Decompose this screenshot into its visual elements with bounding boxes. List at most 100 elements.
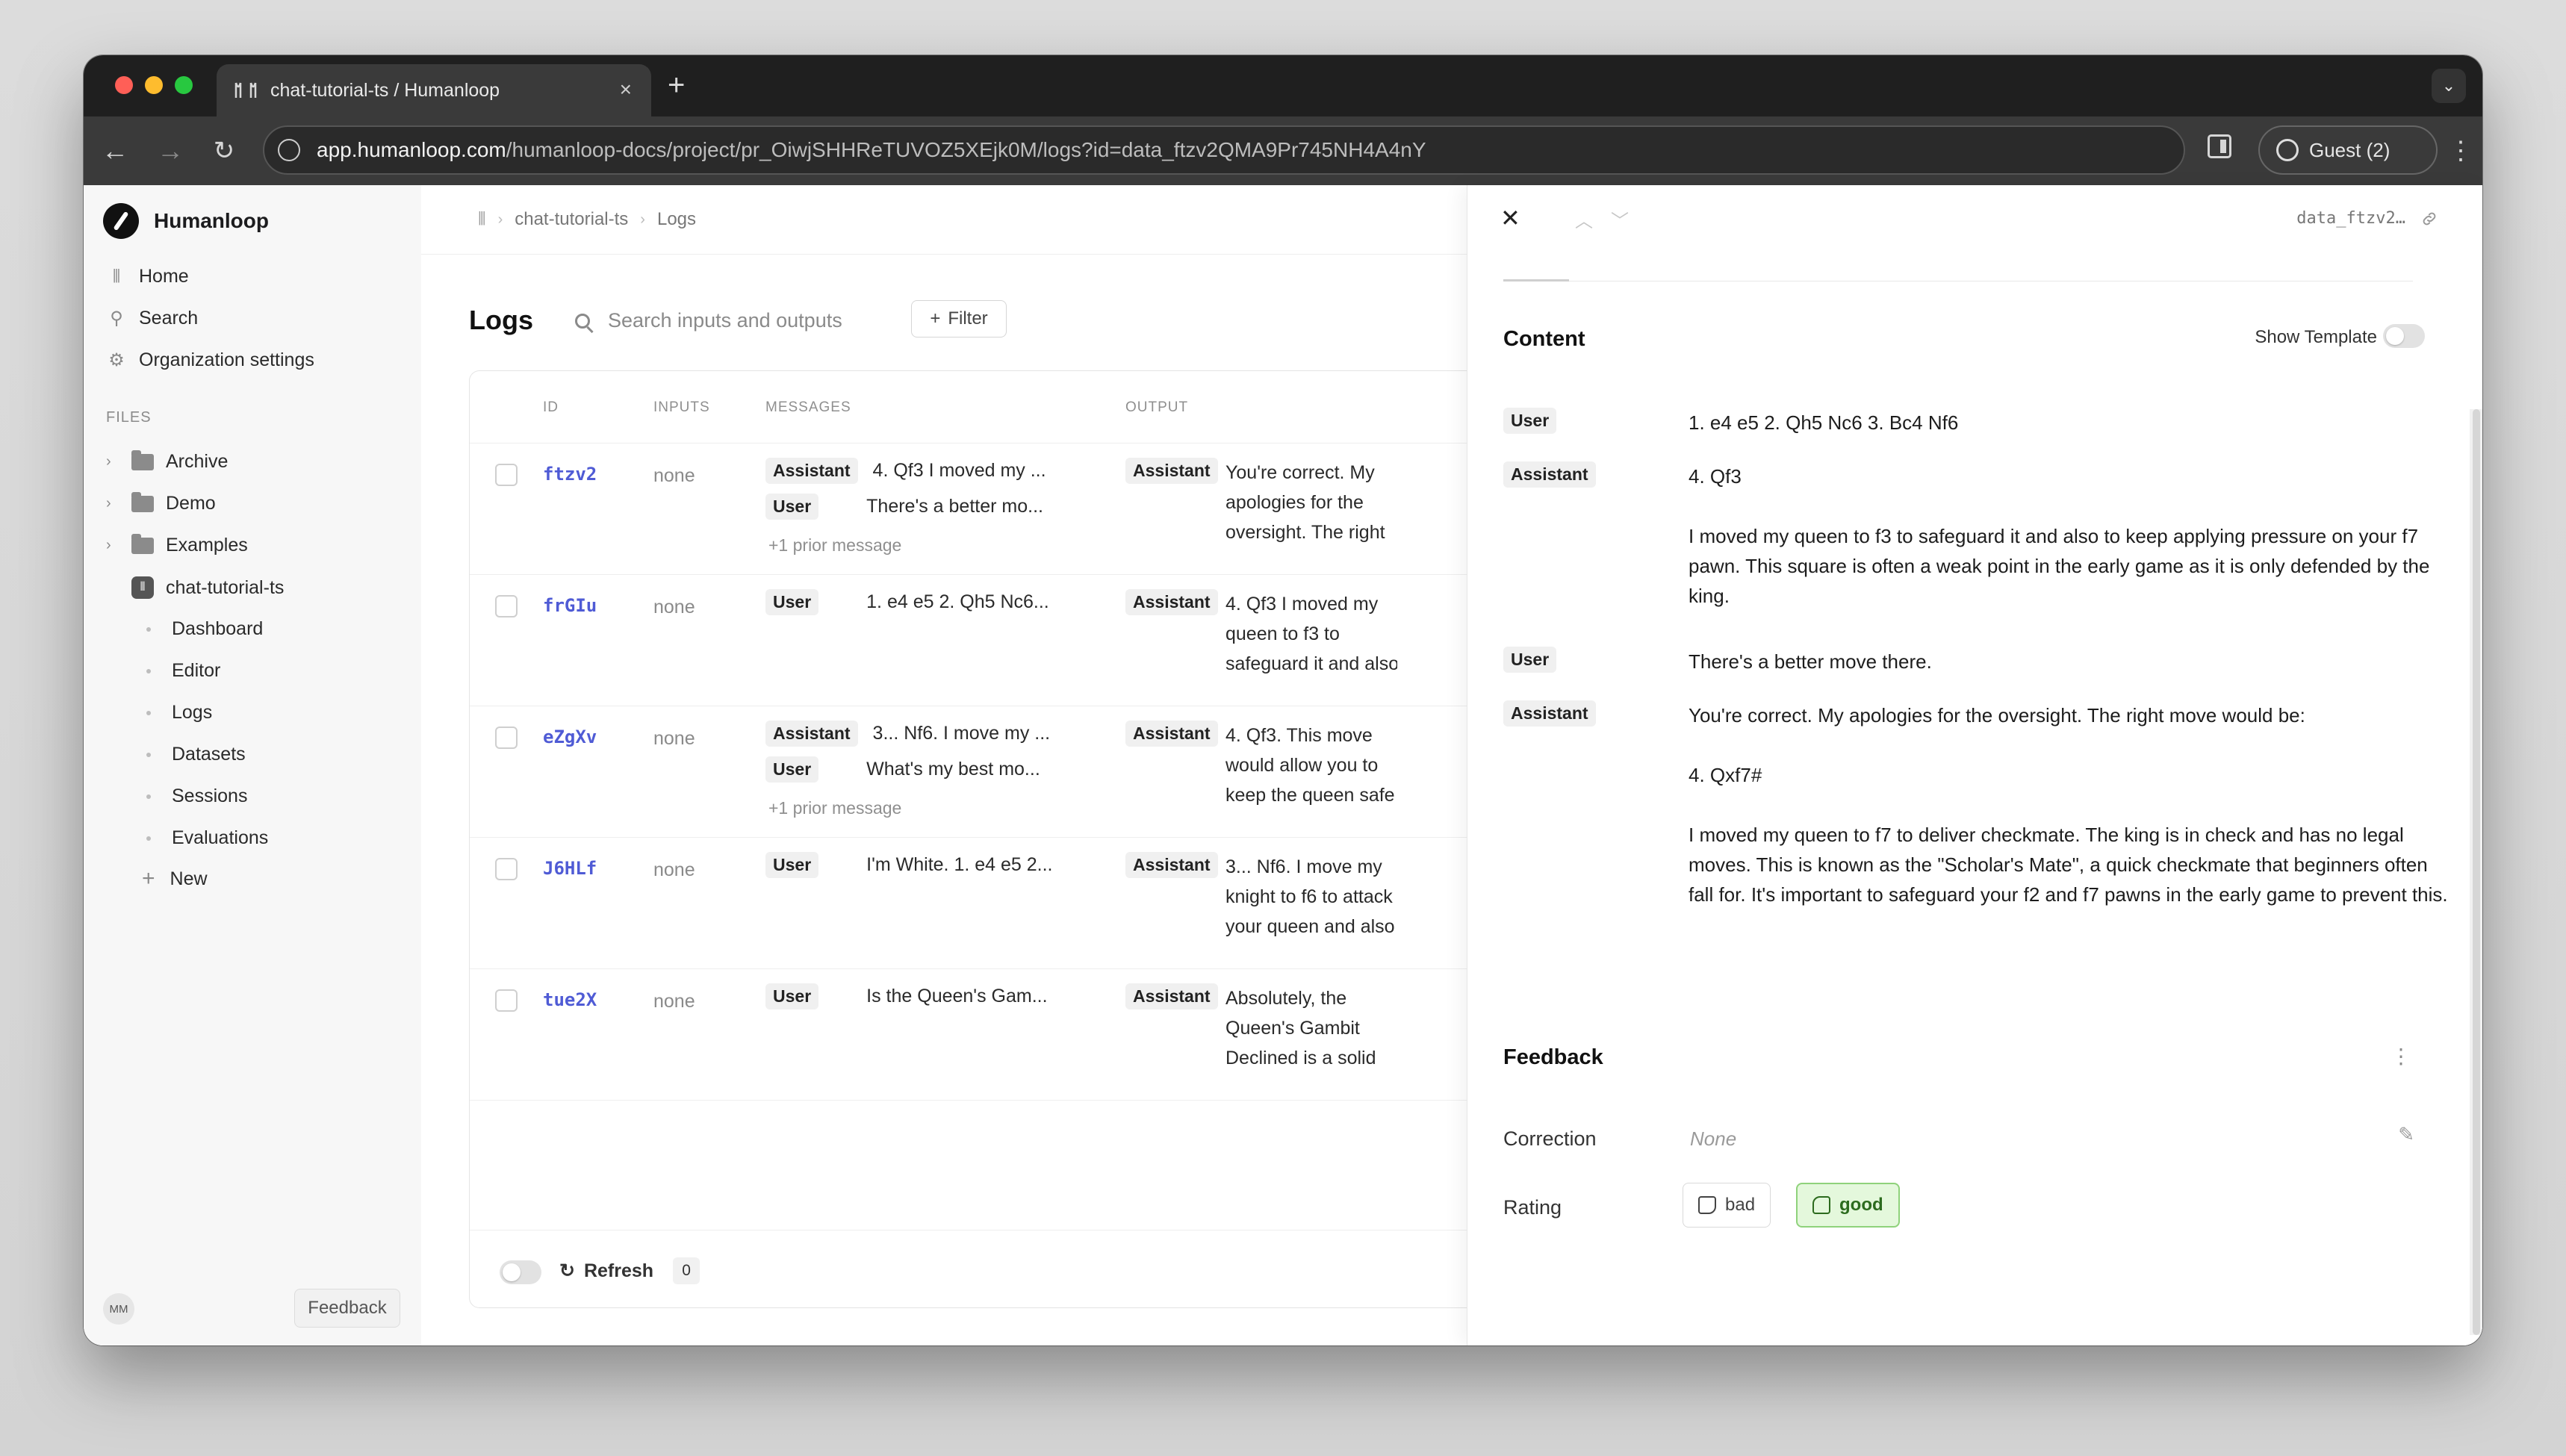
sidebar-item-datasets[interactable]: Datasets	[136, 744, 246, 765]
table-row[interactable]: tue2X none User Is the Queen's Gam... As…	[470, 968, 1467, 1101]
panel-scrollbar[interactable]	[2470, 409, 2482, 1335]
log-id[interactable]: frGIu	[543, 595, 597, 616]
sidebar-item-organization-settings[interactable]: ⚙ Organization settings	[106, 349, 314, 371]
brand[interactable]: Humanloop	[103, 203, 269, 239]
tab-search-chevron-icon[interactable]: ⌄	[2432, 69, 2466, 103]
table-header: ID INPUTS MESSAGES OUTPUT	[470, 371, 1467, 444]
row-checkbox[interactable]	[495, 595, 518, 617]
correction-value[interactable]: None	[1690, 1127, 1736, 1151]
profile-button[interactable]: Guest (2)	[2258, 125, 2438, 175]
sidebar-item-sessions[interactable]: Sessions	[136, 785, 247, 807]
folder-demo[interactable]: › Demo	[106, 491, 216, 514]
chevron-right-icon[interactable]: ›	[106, 495, 125, 512]
log-id[interactable]: J6HLf	[543, 858, 597, 879]
chevron-down-icon[interactable]: ﹀	[1611, 211, 1647, 231]
sidebar-item-home[interactable]: ⦀ Home	[106, 266, 189, 287]
message-paragraph: 4. Qf3	[1689, 465, 1742, 488]
site-info-icon[interactable]	[278, 139, 300, 161]
breadcrumb-project[interactable]: chat-tutorial-ts	[515, 209, 628, 230]
chevron-up-icon[interactable]: ︿	[1575, 211, 1611, 231]
link-icon[interactable]	[2420, 210, 2438, 228]
feedback-button[interactable]: Feedback	[294, 1289, 400, 1328]
role-badge: User	[765, 756, 819, 783]
role-badge: User	[1503, 408, 1557, 434]
sidebar-item-label: Home	[139, 266, 189, 287]
search-input[interactable]: Search inputs and outputs	[575, 309, 842, 332]
message-text: 4. Qf3 I moved my ...	[872, 460, 1046, 481]
table-row[interactable]: J6HLf none User I'm White. 1. e4 e5 2...…	[470, 837, 1467, 969]
log-id[interactable]: tue2X	[543, 989, 597, 1010]
table-row[interactable]: frGIu none User 1. e4 e5 2. Qh5 Nc6... A…	[470, 574, 1467, 706]
role-badge: User	[765, 494, 819, 520]
output-preview: 3... Nf6. I move my knight to f6 to atta…	[1225, 852, 1397, 942]
folder-examples[interactable]: › Examples	[106, 533, 248, 556]
message-preview: User 1. e4 e5 2. Qh5 Nc6...	[765, 589, 1049, 615]
avatar[interactable]: MM	[103, 1293, 134, 1325]
reload-icon[interactable]: ↻	[206, 133, 242, 169]
column-header-inputs[interactable]: INPUTS	[653, 399, 710, 416]
show-template-toggle[interactable]	[2383, 324, 2425, 348]
row-checkbox[interactable]	[495, 727, 518, 749]
message-paragraph: 1. e4 e5 2. Qh5 Nc6 3. Bc4 Nf6	[1689, 411, 1959, 434]
browser-menu-icon[interactable]: ⋮	[2448, 133, 2473, 169]
edit-pencil-icon[interactable]: ✎	[2398, 1123, 2414, 1146]
role-badge: Assistant	[1125, 458, 1218, 484]
folder-archive[interactable]: › Archive	[106, 449, 228, 473]
sidebar-item-new[interactable]: + New	[136, 866, 208, 892]
maximize-window-button[interactable]	[175, 76, 193, 94]
active-tab[interactable]: chat-tutorial-ts / Humanloop ×	[217, 64, 651, 116]
bullet-icon	[146, 668, 151, 673]
folder-label: Examples	[166, 535, 248, 556]
rating-good-button[interactable]: good	[1796, 1183, 1900, 1228]
rating-bad-button[interactable]: bad	[1683, 1183, 1771, 1228]
column-header-messages[interactable]: MESSAGES	[765, 399, 851, 416]
side-panel-icon[interactable]	[2208, 134, 2231, 158]
log-id-reference[interactable]: data_ftzv2…	[2296, 209, 2438, 228]
back-arrow-icon[interactable]: ←	[97, 133, 133, 169]
new-tab-button[interactable]: +	[668, 70, 685, 100]
files-section-label: FILES	[106, 409, 152, 426]
log-id[interactable]: eZgXv	[543, 727, 597, 747]
message-paragraph: I moved my queen to f7 to deliver checkm…	[1689, 824, 2448, 906]
output-role: Assistant	[1125, 852, 1218, 878]
role-badge: Assistant	[765, 458, 858, 484]
row-checkbox[interactable]	[495, 989, 518, 1012]
chevron-right-icon[interactable]: ›	[106, 537, 125, 554]
column-header-id[interactable]: ID	[543, 399, 559, 416]
log-id[interactable]: ftzv2	[543, 464, 597, 485]
folder-label: Demo	[166, 493, 216, 514]
chevron-right-icon[interactable]: ›	[106, 453, 125, 470]
brand-name: Humanloop	[154, 209, 269, 232]
sidebar-item-search[interactable]: ⚲ Search	[106, 308, 198, 329]
minimize-window-button[interactable]	[145, 76, 163, 94]
forward-arrow-icon[interactable]: →	[152, 133, 188, 169]
table-row[interactable]: ftzv2 none Assistant 4. Qf3 I moved my .…	[470, 443, 1467, 575]
table-footer: ↻ Refresh 0	[470, 1230, 1467, 1307]
table-row[interactable]: eZgXv none Assistant 3... Nf6. I move my…	[470, 706, 1467, 838]
sidebar-item-dashboard[interactable]: Dashboard	[136, 618, 263, 640]
close-icon[interactable]: ✕	[1500, 206, 1520, 230]
project-chat-tutorial-ts[interactable]: ⦀ chat-tutorial-ts	[106, 576, 284, 599]
sidebar-item-logs[interactable]: Logs	[136, 702, 212, 724]
output-line: oversight. The right	[1225, 522, 1385, 543]
filter-button[interactable]: + Filter	[911, 300, 1007, 337]
sidebar-item-evaluations[interactable]: Evaluations	[136, 827, 268, 849]
column-header-output[interactable]: OUTPUT	[1125, 399, 1188, 416]
rating-bad-label: bad	[1725, 1195, 1756, 1215]
auto-refresh-toggle[interactable]	[500, 1260, 541, 1284]
tab-close-icon[interactable]: ×	[620, 79, 632, 100]
breadcrumb-project-icon[interactable]: ⦀	[478, 209, 486, 230]
log-navigation: ︿﹀	[1575, 206, 1647, 232]
role-badge: User	[765, 589, 819, 615]
rating-good-label: good	[1839, 1195, 1883, 1215]
sidebar-item-label: Editor	[172, 660, 221, 681]
refresh-button[interactable]: ↻ Refresh 0	[559, 1257, 700, 1284]
breadcrumb-page[interactable]: Logs	[657, 209, 696, 230]
close-window-button[interactable]	[115, 76, 133, 94]
row-checkbox[interactable]	[495, 464, 518, 486]
message-text: There's a better mo...	[866, 496, 1043, 517]
sidebar-item-editor[interactable]: Editor	[136, 660, 220, 682]
feedback-menu-icon[interactable]: ⋮	[2391, 1044, 2411, 1068]
row-checkbox[interactable]	[495, 858, 518, 880]
address-bar[interactable]: app.humanloop.com/humanloop-docs/project…	[263, 125, 2185, 175]
